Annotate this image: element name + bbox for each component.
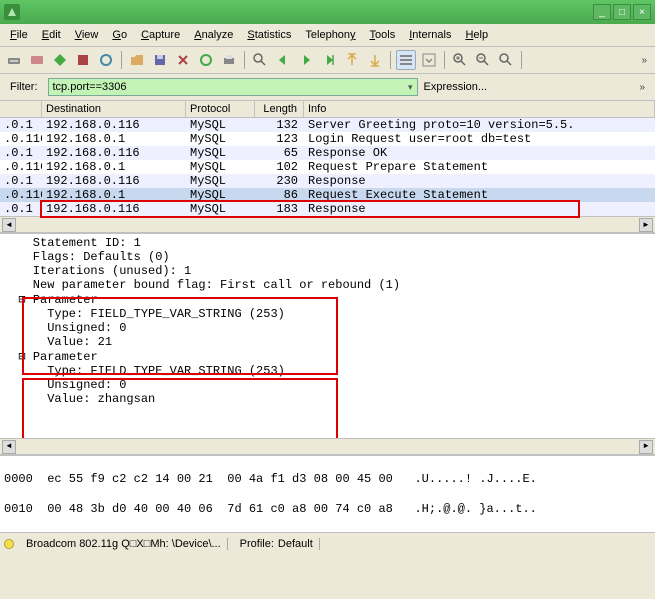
find-icon[interactable] (250, 50, 270, 70)
column-length[interactable]: Length (255, 101, 304, 117)
packet-rows: .0.1192.168.0.116MySQL132Server Greeting… (0, 118, 655, 216)
save-icon[interactable] (150, 50, 170, 70)
menu-edit[interactable]: Edit (36, 27, 67, 43)
packet-row[interactable]: .0.116192.168.0.1MySQL102Request Prepare… (0, 160, 655, 174)
toolbar-overflow-icon[interactable]: » (637, 55, 651, 66)
menu-view[interactable]: View (69, 27, 105, 43)
colorize-icon[interactable] (396, 50, 416, 70)
packet-bytes-pane[interactable]: 0000 ec 55 f9 c2 c2 14 00 21 00 4a f1 d3… (0, 454, 655, 532)
detail-line: Iterations (unused): 1 (4, 264, 651, 278)
app-icon (4, 4, 20, 20)
filter-bar: Filter: tcp.port==3306 ▾ Expression... » (0, 74, 655, 101)
detail-line: Statement ID: 1 (4, 236, 651, 250)
status-profile[interactable]: Profile: Default (234, 538, 320, 550)
filter-input[interactable]: tcp.port==3306 ▾ (48, 78, 418, 96)
maximize-button[interactable]: □ (613, 4, 631, 20)
zoom-out-icon[interactable] (473, 50, 493, 70)
expression-button[interactable]: Expression... (424, 81, 488, 93)
stop-capture-icon[interactable] (73, 50, 93, 70)
detail-line: Type: FIELD_TYPE_VAR_STRING (253) (4, 307, 651, 321)
zoom-in-icon[interactable] (450, 50, 470, 70)
horizontal-scrollbar[interactable]: ◄ ► (0, 438, 655, 454)
packet-row-selected[interactable]: .0.116192.168.0.1MySQL86Request Execute … (0, 188, 655, 202)
menu-statistics[interactable]: Statistics (241, 27, 297, 43)
hex-line: 0010 00 48 3b d0 40 00 40 06 7d 61 c0 a8… (4, 502, 651, 517)
column-source[interactable] (0, 101, 42, 117)
column-info[interactable]: Info (304, 101, 655, 117)
detail-line: Flags: Defaults (0) (4, 250, 651, 264)
menu-analyze[interactable]: Analyze (188, 27, 239, 43)
hex-line: 0000 ec 55 f9 c2 c2 14 00 21 00 4a f1 d3… (4, 472, 651, 487)
column-destination[interactable]: Destination (42, 101, 186, 117)
menu-internals[interactable]: Internals (403, 27, 457, 43)
packet-list-headers: Destination Protocol Length Info (0, 101, 655, 118)
auto-scroll-icon[interactable] (419, 50, 439, 70)
go-forward-icon[interactable] (296, 50, 316, 70)
go-first-icon[interactable] (342, 50, 362, 70)
statusbar: Broadcom 802.11g Q□X□Mh: \Device\... Pro… (0, 532, 655, 554)
packet-row[interactable]: .0.116192.168.0.1MySQL123Login Request u… (0, 132, 655, 146)
horizontal-scrollbar[interactable]: ◄ ► (0, 216, 655, 232)
filter-dropdown-icon[interactable]: ▾ (408, 82, 413, 93)
open-icon[interactable] (127, 50, 147, 70)
detail-line: Value: zhangsan (4, 392, 651, 406)
detail-line: Value: 21 (4, 335, 651, 349)
detail-line: Type: FIELD_TYPE_VAR_STRING (253) (4, 364, 651, 378)
packet-details-pane[interactable]: Statement ID: 1 Flags: Defaults (0) Iter… (0, 232, 655, 454)
toolbar: » (0, 47, 655, 74)
detail-line: New parameter bound flag: First call or … (4, 278, 651, 292)
print-icon[interactable] (219, 50, 239, 70)
filterbar-overflow-icon[interactable]: » (635, 82, 649, 93)
packet-row[interactable]: .0.1192.168.0.116MySQL183Response (0, 202, 655, 216)
menu-file[interactable]: File (4, 27, 34, 43)
detail-tree-node[interactable]: ⊟ Parameter (4, 349, 651, 364)
menu-capture[interactable]: Capture (135, 27, 186, 43)
scroll-right-icon[interactable]: ► (639, 440, 653, 454)
menu-help[interactable]: Help (459, 27, 494, 43)
go-to-icon[interactable] (319, 50, 339, 70)
detail-tree-node[interactable]: ⊟ Parameter (4, 292, 651, 307)
scroll-left-icon[interactable]: ◄ (2, 218, 16, 232)
menu-tools[interactable]: Tools (364, 27, 402, 43)
start-capture-icon[interactable] (50, 50, 70, 70)
close-button[interactable]: × (633, 4, 651, 20)
scroll-left-icon[interactable]: ◄ (2, 440, 16, 454)
reload-icon[interactable] (196, 50, 216, 70)
menubar: File Edit View Go Capture Analyze Statis… (0, 24, 655, 47)
close-file-icon[interactable] (173, 50, 193, 70)
menu-telephony[interactable]: Telephony (299, 27, 361, 43)
filter-value: tcp.port==3306 (53, 81, 127, 93)
status-interface: Broadcom 802.11g Q□X□Mh: \Device\... (20, 538, 228, 550)
filter-label: Filter: (6, 81, 42, 93)
minimize-button[interactable]: _ (593, 4, 611, 20)
go-last-icon[interactable] (365, 50, 385, 70)
interfaces-icon[interactable] (4, 50, 24, 70)
packet-row[interactable]: .0.1192.168.0.116MySQL132Server Greeting… (0, 118, 655, 132)
packet-list-pane: Destination Protocol Length Info .0.1192… (0, 101, 655, 232)
packet-row[interactable]: .0.1192.168.0.116MySQL65Response OK (0, 146, 655, 160)
go-back-icon[interactable] (273, 50, 293, 70)
detail-line: Unsigned: 0 (4, 321, 651, 335)
titlebar: _ □ × (0, 0, 655, 24)
detail-line: Unsigned: 0 (4, 378, 651, 392)
restart-capture-icon[interactable] (96, 50, 116, 70)
packet-row[interactable]: .0.1192.168.0.116MySQL230Response (0, 174, 655, 188)
options-icon[interactable] (27, 50, 47, 70)
expert-info-icon[interactable] (4, 539, 14, 549)
column-protocol[interactable]: Protocol (186, 101, 255, 117)
zoom-reset-icon[interactable] (496, 50, 516, 70)
menu-go[interactable]: Go (106, 27, 133, 43)
scroll-right-icon[interactable]: ► (639, 218, 653, 232)
